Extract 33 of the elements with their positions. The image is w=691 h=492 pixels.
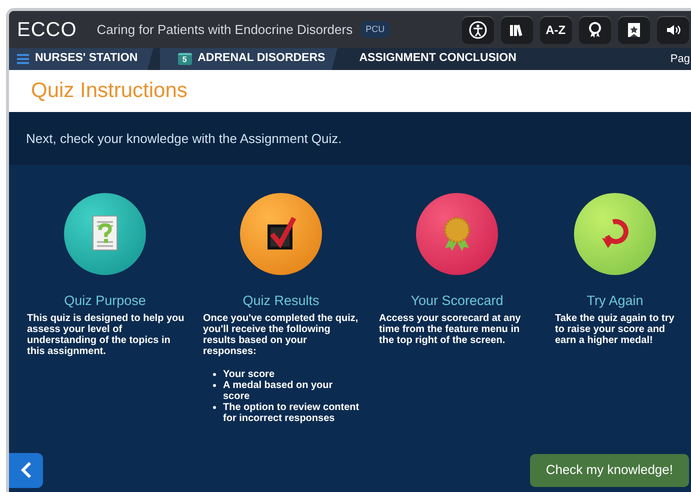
toolbar-button[interactable]: [618, 16, 650, 44]
card-title: Quiz Purpose: [64, 292, 146, 310]
calendar-day-badge: 5: [178, 53, 192, 65]
bullet-icon: [213, 406, 216, 410]
toolbar-button[interactable]: [462, 16, 494, 44]
card-title: Quiz Results: [242, 292, 320, 310]
menu-icon: [17, 54, 29, 64]
card-text: This quiz is designed to help you assess your level of understanding of the topics in this assignment.: [26, 313, 185, 358]
intro-text: Next, check your knowledge with the Assignment Quiz.: [26, 130, 342, 148]
accessibility-icon: [468, 20, 487, 38]
card-text: Take the quiz again to try to raise your score and earn a higher medal!: [554, 313, 676, 346]
list-item-text: Your score: [223, 369, 274, 380]
card-title: Try Again: [586, 292, 644, 310]
list-item-text: A medal based on your score: [223, 380, 334, 402]
toolbar-button[interactable]: [656, 16, 689, 44]
toolbar-button[interactable]: [578, 16, 611, 44]
page-title: Quiz Instructions: [31, 78, 188, 104]
unit-badge: PCU: [360, 20, 390, 38]
bullet-icon: [213, 373, 216, 376]
chevron-left-icon: [19, 461, 33, 479]
card-text: Once you've completed the quiz, you'll receive the following results based on your responses:: [202, 313, 360, 358]
breadcrumb-link[interactable]: ASSIGNMENT CONCLUSION: [347, 48, 538, 70]
app-logo: ECCO: [17, 18, 77, 42]
page-indicator: Pag: [670, 52, 691, 67]
list-item-text: The option to review content for incorrect responses: [223, 402, 360, 424]
card-text: Access your scorecard at any time from the feature menu in the top right of the screen.: [378, 313, 522, 346]
card-title: Your Scorecard: [410, 292, 504, 310]
bullet-icon: [213, 384, 216, 388]
course-title: Caring for Patients with Endocrine Disorders: [96, 20, 353, 39]
back-button[interactable]: [9, 452, 43, 488]
index-button[interactable]: A-Z: [540, 16, 572, 44]
toolbar-button[interactable]: [500, 16, 533, 44]
check-button[interactable]: Check my knowledge!: [530, 454, 689, 486]
